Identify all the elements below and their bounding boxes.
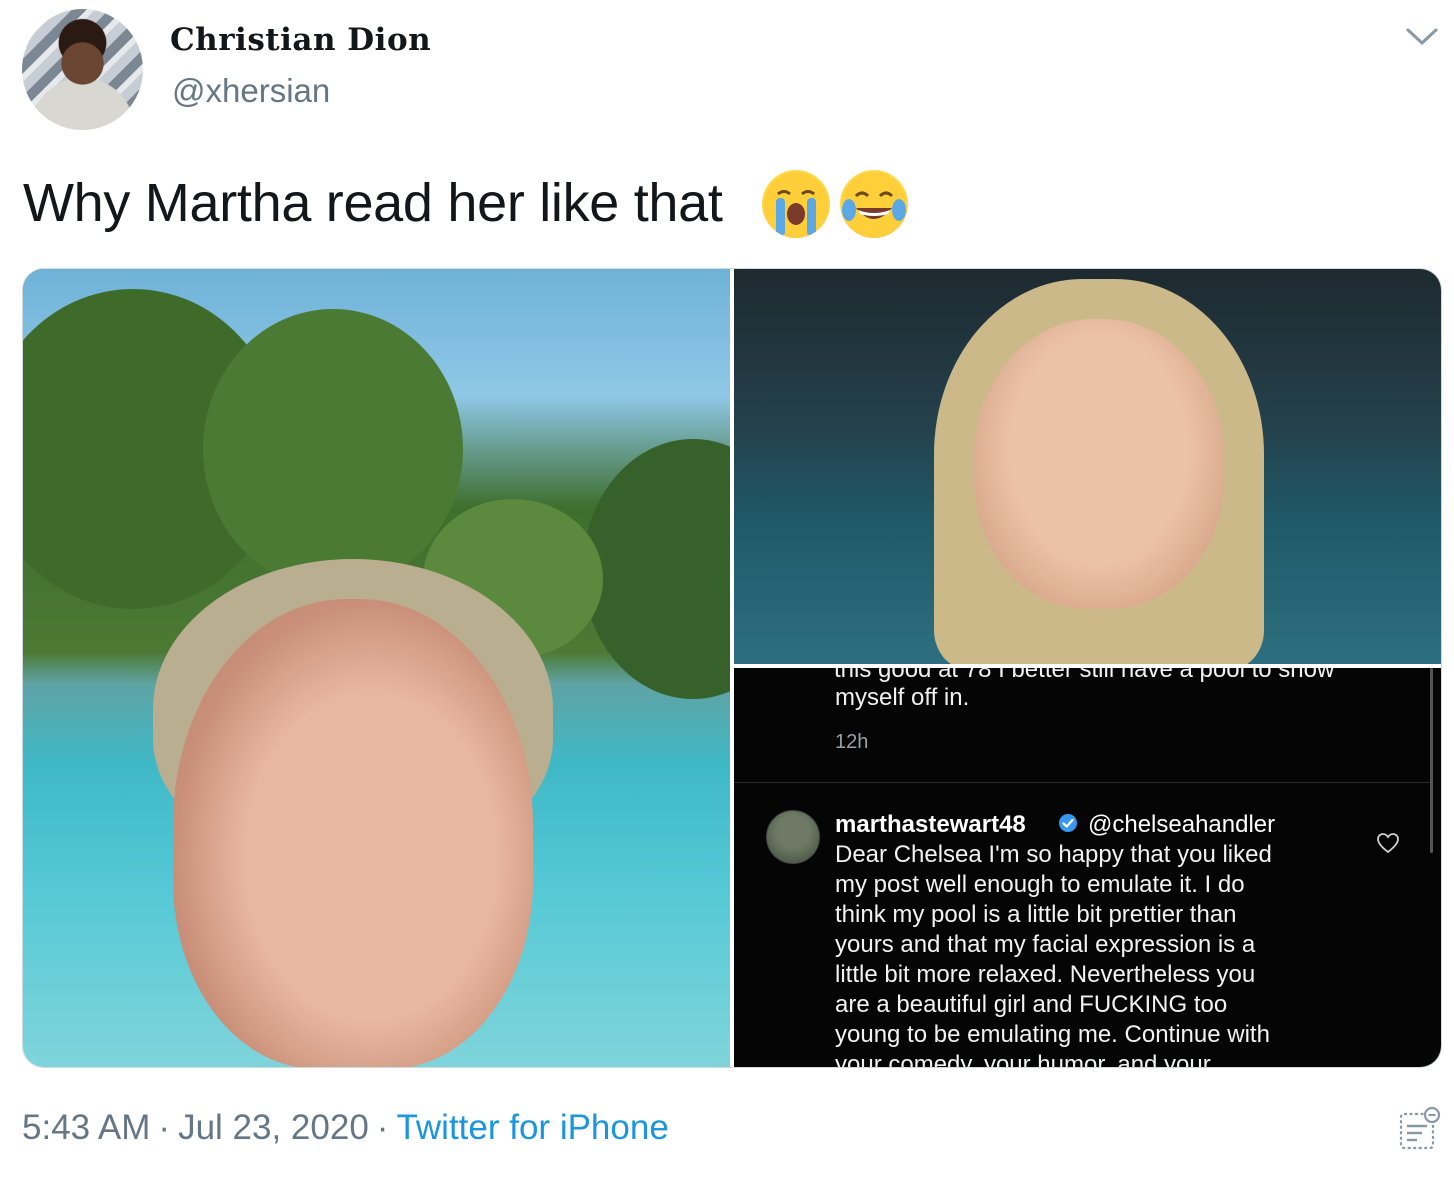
- meta-separator: ·: [376, 1108, 389, 1147]
- ig-previous-comment-text: myself off in.: [835, 684, 970, 711]
- verified-badge-icon: [1059, 814, 1077, 832]
- photo-martha-pool-selfie[interactable]: [23, 269, 730, 1067]
- ig-cut-off-text: this good at 78 I better still have a po…: [834, 668, 1335, 683]
- chevron-down-icon[interactable]: [1405, 26, 1439, 48]
- author-handle[interactable]: @xhersian: [172, 72, 330, 110]
- tweet-text: Why Martha read her like that: [23, 173, 723, 233]
- heart-icon: [1377, 833, 1399, 854]
- tweet-metadata: 5:43 AM · Jul 23, 2020 · Twitter for iPhone: [22, 1108, 669, 1148]
- ig-commenter-username: marthastewart48: [835, 811, 1026, 838]
- author-avatar[interactable]: [22, 9, 143, 130]
- photo-instagram-comment-screenshot[interactable]: this good at 78 I better still have a po…: [734, 668, 1441, 1067]
- tweet-date[interactable]: Jul 23, 2020: [178, 1108, 369, 1147]
- photo-chelsea-pool-selfie[interactable]: [734, 269, 1441, 664]
- ig-comment-body: Dear Chelsea I'm so happy that you liked…: [835, 841, 1272, 1067]
- author-display-name[interactable]: Christian Dion: [170, 22, 431, 58]
- tweet-analytics-icon[interactable]: [1398, 1106, 1442, 1154]
- loudly-crying-face-emoji: [762, 170, 830, 238]
- ig-comment-mention: @chelseahandler: [1088, 811, 1276, 838]
- ig-divider: [734, 782, 1430, 783]
- tweet-media-grid[interactable]: this good at 78 I better still have a po…: [22, 268, 1442, 1068]
- tweet-time[interactable]: 5:43 AM: [22, 1108, 150, 1147]
- ig-comment-timestamp: 12h: [835, 731, 869, 753]
- ig-scrollbar: [1430, 668, 1433, 853]
- tweet-source-link[interactable]: Twitter for iPhone: [396, 1108, 668, 1147]
- ig-commenter-avatar: [766, 810, 820, 864]
- meta-separator: ·: [158, 1108, 171, 1147]
- face-with-tears-of-joy-emoji: [840, 170, 908, 238]
